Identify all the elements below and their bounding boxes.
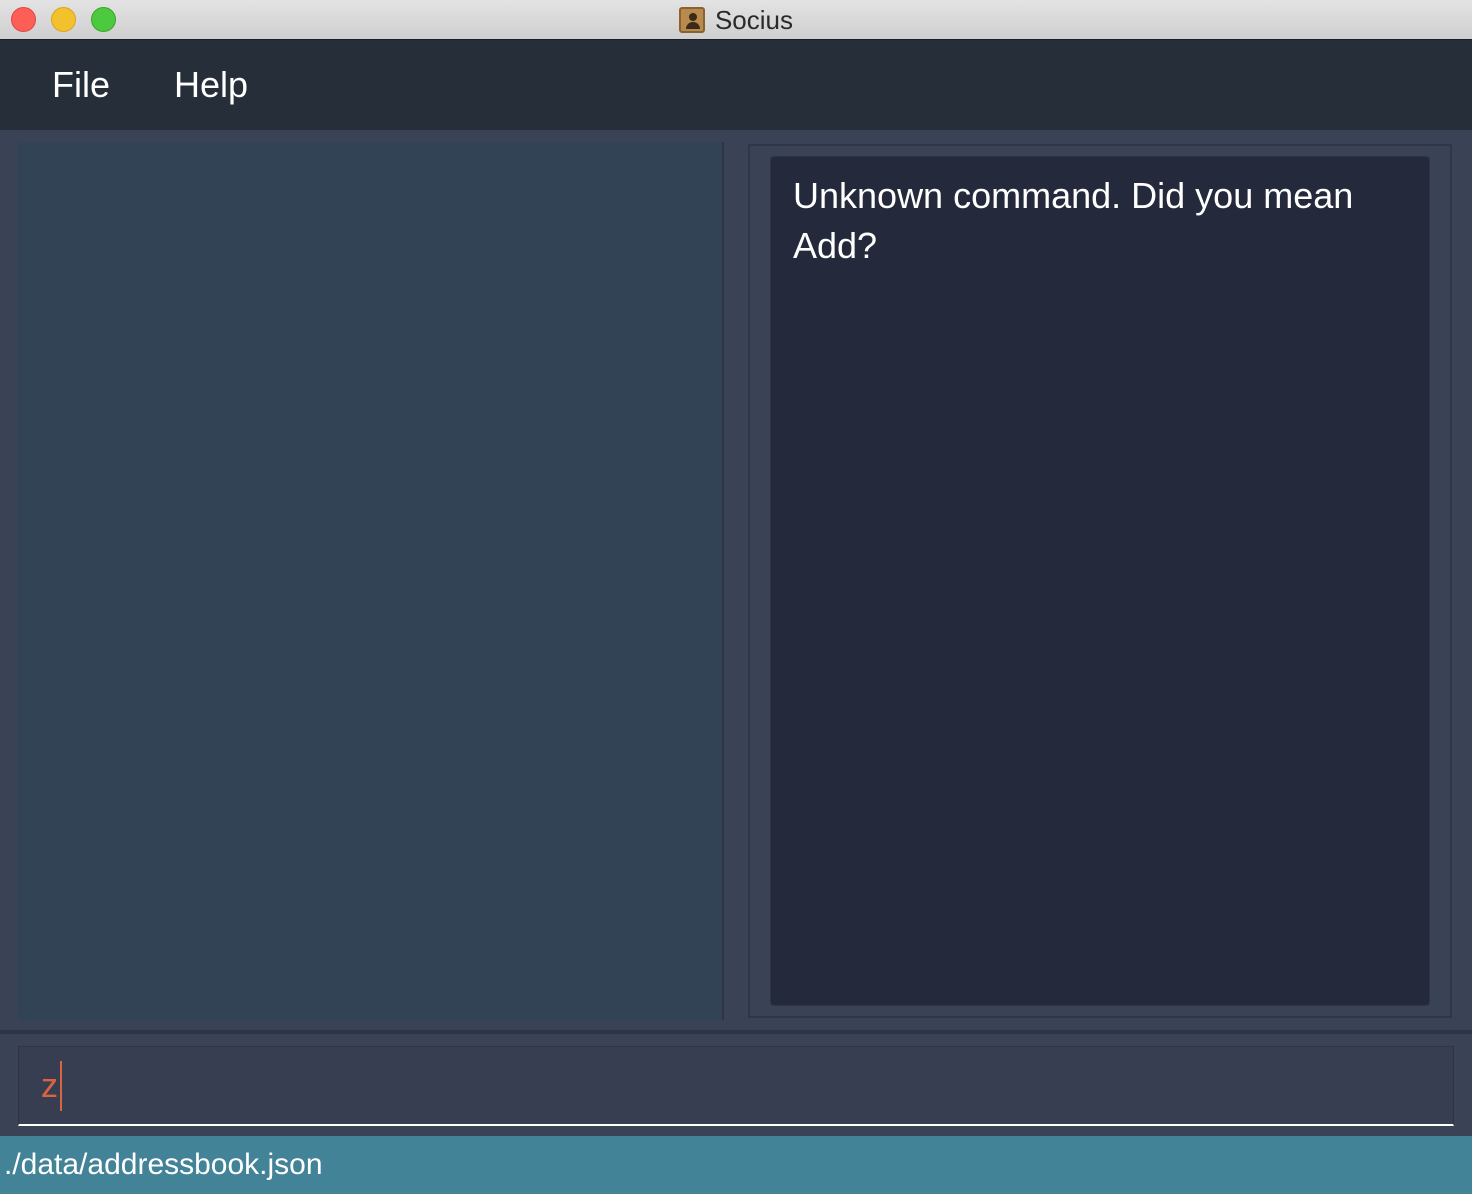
person-list-panel[interactable] (18, 142, 722, 1020)
result-display[interactable]: Unknown command. Did you mean Add? (770, 156, 1430, 1006)
command-area: z (0, 1030, 1472, 1136)
menu-file[interactable]: File (20, 64, 142, 106)
app-window: Socius File Help Unknown command. Did yo… (0, 0, 1472, 1194)
main-area: Unknown command. Did you mean Add? (0, 130, 1472, 1030)
status-bar: ./data/addressbook.json (0, 1136, 1472, 1194)
command-text: z (41, 1066, 58, 1105)
title-group: Socius (0, 0, 1472, 40)
result-display-frame: Unknown command. Did you mean Add? (748, 144, 1452, 1018)
result-message: Unknown command. Did you mean Add? (793, 175, 1354, 266)
save-location-path: ./data/addressbook.json (4, 1148, 323, 1181)
title-bar[interactable]: Socius (0, 0, 1472, 40)
menu-bar: File Help (0, 40, 1472, 130)
window-title: Socius (714, 4, 794, 35)
command-input-field[interactable]: z (18, 1046, 1454, 1126)
text-caret (60, 1061, 62, 1111)
command-input-content: z (41, 1061, 62, 1111)
contacts-book-icon (678, 7, 705, 33)
split-pane-divider[interactable] (722, 142, 724, 1020)
menu-help[interactable]: Help (142, 64, 280, 106)
